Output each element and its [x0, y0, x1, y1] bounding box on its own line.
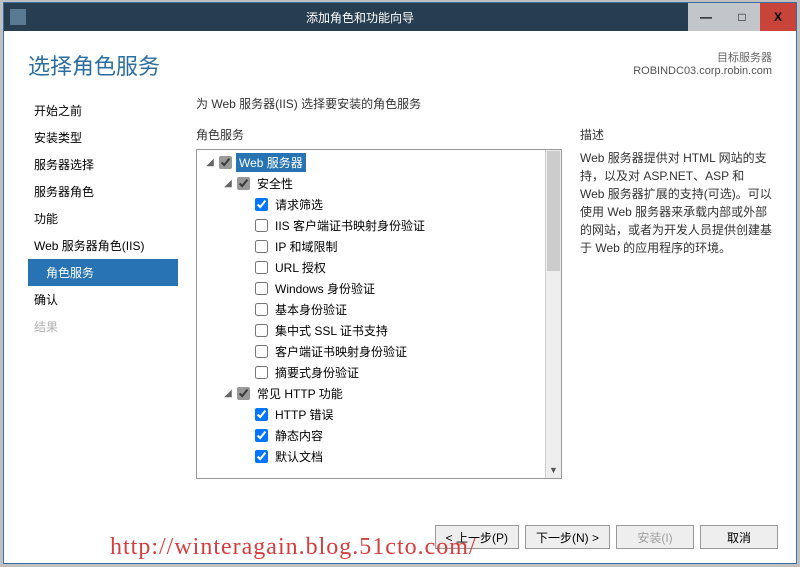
tree-checkbox[interactable] — [255, 303, 268, 316]
tree-row-4[interactable]: IP 和域限制 — [197, 236, 561, 257]
tree-row-11[interactable]: ◢ 常见 HTTP 功能 — [197, 383, 561, 404]
tree-row-2[interactable]: 请求筛选 — [197, 194, 561, 215]
tree-checkbox[interactable] — [219, 156, 232, 169]
tree-row-8[interactable]: 集中式 SSL 证书支持 — [197, 320, 561, 341]
page-title: 选择角色服务 — [28, 49, 160, 81]
tree-label: 静态内容 — [272, 426, 326, 445]
tree-checkbox[interactable] — [255, 345, 268, 358]
tree-row-14[interactable]: 默认文档 — [197, 446, 561, 467]
next-button[interactable]: 下一步(N) > — [525, 525, 610, 549]
tree-label: URL 授权 — [272, 258, 329, 277]
tree-label: 集中式 SSL 证书支持 — [272, 321, 391, 340]
sidebar-item-7[interactable]: 确认 — [28, 286, 178, 313]
tree-label: IIS 客户端证书映射身份验证 — [272, 216, 428, 235]
tree-row-7[interactable]: 基本身份验证 — [197, 299, 561, 320]
tree-label: 客户端证书映射身份验证 — [272, 342, 410, 361]
wizard-window: 添加角色和功能向导 — □ X 选择角色服务 目标服务器 ROBINDC03.c… — [3, 2, 797, 564]
instruction-text: 为 Web 服务器(IIS) 选择要安装的角色服务 — [196, 95, 772, 112]
tree-checkbox[interactable] — [255, 219, 268, 232]
target-server-value: ROBINDC03.corp.robin.com — [633, 65, 772, 77]
footer: < 上一步(P) 下一步(N) > 安装(I) 取消 — [4, 511, 796, 563]
sidebar-item-0[interactable]: 开始之前 — [28, 97, 178, 124]
tree-checkbox[interactable] — [237, 387, 250, 400]
tree-checkbox[interactable] — [255, 366, 268, 379]
sidebar-item-4[interactable]: 功能 — [28, 205, 178, 232]
tree-checkbox[interactable] — [255, 240, 268, 253]
app-icon — [10, 9, 26, 25]
columns: 角色服务 ◢Web 服务器◢安全性请求筛选IIS 客户端证书映射身份验证IP 和… — [196, 126, 772, 511]
cancel-button[interactable]: 取消 — [700, 525, 778, 549]
tree-row-1[interactable]: ◢ 安全性 — [197, 173, 561, 194]
tree-label: 安全性 — [254, 174, 296, 193]
tree-label: Windows 身份验证 — [272, 279, 378, 298]
tree-checkbox[interactable] — [255, 261, 268, 274]
tree-checkbox[interactable] — [237, 177, 250, 190]
content-area: 选择角色服务 目标服务器 ROBINDC03.corp.robin.com 开始… — [4, 31, 796, 511]
tree-label: HTTP 错误 — [272, 405, 336, 424]
sidebar-item-5[interactable]: Web 服务器角色(IIS) — [28, 232, 178, 259]
description-text: Web 服务器提供对 HTML 网站的支持，以及对 ASP.NET、ASP 和 … — [580, 149, 772, 257]
tree-row-3[interactable]: IIS 客户端证书映射身份验证 — [197, 215, 561, 236]
scroll-thumb[interactable] — [547, 151, 560, 271]
tree-label: 摘要式身份验证 — [272, 363, 362, 382]
role-services-tree[interactable]: ◢Web 服务器◢安全性请求筛选IIS 客户端证书映射身份验证IP 和域限制UR… — [196, 149, 562, 479]
tree-label: 请求筛选 — [272, 195, 326, 214]
tree-checkbox[interactable] — [255, 450, 268, 463]
tree-row-10[interactable]: 摘要式身份验证 — [197, 362, 561, 383]
description-label: 描述 — [580, 126, 772, 143]
sidebar-item-2[interactable]: 服务器选择 — [28, 151, 178, 178]
role-services-label: 角色服务 — [196, 126, 562, 143]
maximize-button[interactable]: □ — [724, 3, 760, 31]
sidebar-item-1[interactable]: 安装类型 — [28, 124, 178, 151]
scroll-down-icon[interactable]: ▼ — [546, 462, 561, 478]
tree-checkbox[interactable] — [255, 324, 268, 337]
tree-row-6[interactable]: Windows 身份验证 — [197, 278, 561, 299]
tree-checkbox[interactable] — [255, 282, 268, 295]
window-title: 添加角色和功能向导 — [32, 9, 688, 26]
scrollbar[interactable]: ▲ ▼ — [545, 150, 561, 478]
tree-row-12[interactable]: HTTP 错误 — [197, 404, 561, 425]
tree-row-0[interactable]: ◢ Web 服务器 — [197, 152, 561, 173]
tree-row-13[interactable]: 静态内容 — [197, 425, 561, 446]
minimize-button[interactable]: — — [688, 3, 724, 31]
tree-label: Web 服务器 — [236, 153, 306, 172]
target-server-label: 目标服务器 — [633, 49, 772, 65]
prev-button[interactable]: < 上一步(P) — [435, 525, 519, 549]
close-button[interactable]: X — [760, 3, 796, 31]
window-buttons: — □ X — [688, 3, 796, 31]
tree-row-5[interactable]: URL 授权 — [197, 257, 561, 278]
tree-checkbox[interactable] — [255, 429, 268, 442]
expander-icon[interactable]: ◢ — [221, 388, 235, 399]
target-server-block: 目标服务器 ROBINDC03.corp.robin.com — [633, 49, 772, 77]
titlebar[interactable]: 添加角色和功能向导 — □ X — [4, 3, 796, 31]
tree-checkbox[interactable] — [255, 198, 268, 211]
header-row: 选择角色服务 目标服务器 ROBINDC03.corp.robin.com — [28, 49, 772, 81]
tree-row-9[interactable]: 客户端证书映射身份验证 — [197, 341, 561, 362]
sidebar-item-8: 结果 — [28, 313, 178, 340]
tree-checkbox[interactable] — [255, 408, 268, 421]
main-panel: 为 Web 服务器(IIS) 选择要安装的角色服务 角色服务 ◢Web 服务器◢… — [196, 95, 772, 511]
expander-icon[interactable]: ◢ — [203, 157, 217, 168]
role-services-column: 角色服务 ◢Web 服务器◢安全性请求筛选IIS 客户端证书映射身份验证IP 和… — [196, 126, 562, 511]
tree-label: IP 和域限制 — [272, 237, 340, 256]
sidebar: 开始之前安装类型服务器选择服务器角色功能Web 服务器角色(IIS)角色服务确认… — [28, 95, 178, 511]
tree-label: 常见 HTTP 功能 — [254, 384, 346, 403]
tree-label: 默认文档 — [272, 447, 326, 466]
body-row: 开始之前安装类型服务器选择服务器角色功能Web 服务器角色(IIS)角色服务确认… — [28, 95, 772, 511]
tree-label: 基本身份验证 — [272, 300, 350, 319]
sidebar-item-6[interactable]: 角色服务 — [28, 259, 178, 286]
sidebar-item-3[interactable]: 服务器角色 — [28, 178, 178, 205]
install-button[interactable]: 安装(I) — [616, 525, 694, 549]
expander-icon[interactable]: ◢ — [221, 178, 235, 189]
description-column: 描述 Web 服务器提供对 HTML 网站的支持，以及对 ASP.NET、ASP… — [580, 126, 772, 511]
